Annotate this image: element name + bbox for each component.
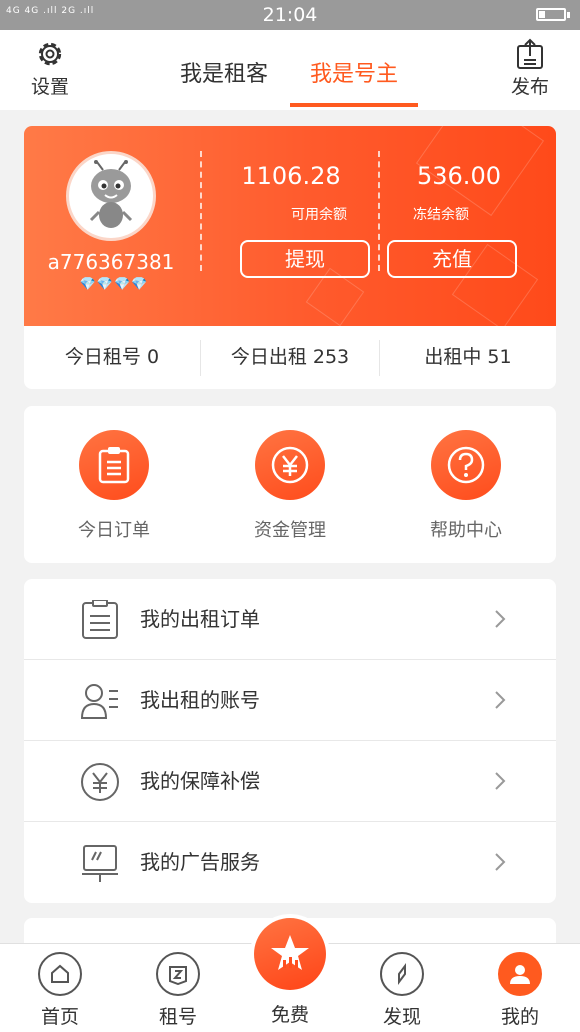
- menu-label: 我的广告服务: [140, 850, 260, 874]
- status-bar: 4G 4G .ıll 2G .ıll 21:04: [0, 0, 580, 30]
- nav-discover[interactable]: 发现: [362, 952, 442, 1029]
- clipboard-icon: [79, 430, 149, 500]
- top-bar: 设置 我是租客 我是号主 发布: [0, 30, 580, 110]
- yen-icon: [255, 430, 325, 500]
- clock: 21:04: [262, 4, 318, 26]
- frozen-balance: 536.00: [417, 162, 501, 190]
- tab-owner[interactable]: 我是号主: [310, 56, 398, 88]
- level-gems: 💎💎💎💎: [79, 277, 149, 292]
- tab-renter[interactable]: 我是租客: [180, 56, 268, 88]
- nav-label: 发现: [382, 1006, 421, 1028]
- order-list-icon: [82, 600, 118, 639]
- stats-row: 今日租号 0 今日出租 253 出租中 51: [24, 326, 556, 389]
- question-icon: [431, 430, 501, 500]
- quick-label: 今日订单: [78, 520, 150, 541]
- frozen-balance-label: 冻结余额: [413, 207, 469, 223]
- avatar[interactable]: [66, 151, 156, 241]
- quick-help-center[interactable]: 帮助中心: [396, 430, 536, 542]
- stat-today-lent[interactable]: 今日出租 253: [201, 326, 379, 389]
- quick-today-orders[interactable]: 今日订单: [44, 430, 184, 542]
- star-icon: [254, 918, 326, 990]
- quick-fund-management[interactable]: 资金管理: [220, 430, 360, 542]
- chevron-right-icon: [495, 691, 506, 709]
- nav-label: 租号: [158, 1006, 197, 1028]
- chevron-right-icon: [495, 610, 506, 628]
- chevron-right-icon: [495, 853, 506, 871]
- menu-item-guarantee[interactable]: 我的保障补偿: [24, 741, 556, 822]
- menu-label: 我的出租订单: [140, 607, 260, 631]
- nav-label: 首页: [40, 1006, 79, 1028]
- chevron-right-icon: [495, 772, 506, 790]
- ant-mascot-icon: [89, 160, 133, 228]
- available-balance-label: 可用余额: [291, 207, 347, 223]
- stat-renting[interactable]: 出租中 51: [380, 326, 556, 389]
- nav-rent[interactable]: 租号: [138, 952, 218, 1029]
- publish-button[interactable]: 发布: [500, 38, 560, 99]
- upload-icon: [517, 38, 543, 69]
- battery-icon: [536, 8, 570, 21]
- quick-label: 帮助中心: [430, 520, 502, 541]
- quick-actions: 今日订单 资金管理 帮助中心: [24, 406, 556, 563]
- home-icon: [38, 952, 82, 996]
- nav-label: 我的: [500, 1006, 539, 1028]
- available-balance: 1106.28: [241, 162, 341, 190]
- menu-item-ad-service[interactable]: 我的广告服务: [24, 822, 556, 903]
- nav-free-label: 免费: [270, 1004, 309, 1026]
- yen-circle-icon: [81, 763, 119, 801]
- divider: [200, 151, 202, 271]
- stat-today-rented[interactable]: 今日租号 0: [24, 326, 200, 389]
- divider: [378, 151, 380, 271]
- tab-active-indicator: [290, 103, 418, 107]
- withdraw-button[interactable]: 提现: [240, 240, 370, 278]
- balance-card: a776367381 💎💎💎💎 1106.28 可用余额 536.00 冻结余额…: [24, 126, 556, 326]
- gear-icon: [38, 42, 62, 66]
- menu-label: 我的保障补偿: [140, 769, 260, 793]
- menu-label: 我出租的账号: [140, 688, 260, 712]
- nav-mine[interactable]: 我的: [480, 952, 560, 1029]
- nav-home[interactable]: 首页: [20, 952, 100, 1029]
- billboard-icon: [82, 845, 118, 882]
- rent-icon: [156, 952, 200, 996]
- quick-label: 资金管理: [254, 520, 326, 541]
- settings-label: 设置: [30, 76, 69, 98]
- menu-item-rented-accounts[interactable]: 我出租的账号: [24, 660, 556, 741]
- recharge-button[interactable]: 充值: [387, 240, 517, 278]
- username: a776367381: [47, 250, 175, 274]
- nav-free[interactable]: [250, 914, 330, 994]
- menu-item-rental-orders[interactable]: 我的出租订单: [24, 579, 556, 660]
- compass-icon: [380, 952, 424, 996]
- publish-label: 发布: [510, 76, 549, 98]
- account-icon: [80, 684, 118, 719]
- profile-icon: [498, 952, 542, 996]
- settings-button[interactable]: 设置: [20, 38, 80, 99]
- menu-list: 我的出租订单 我出租的账号 我的保障补偿 我的广告服务: [24, 579, 556, 903]
